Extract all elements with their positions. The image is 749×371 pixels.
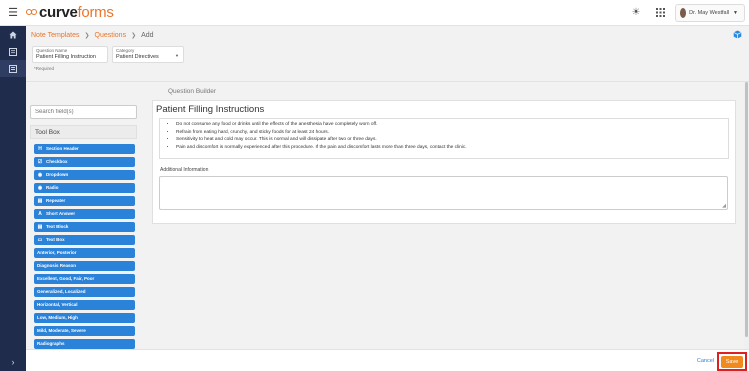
- instruction-item: Do not consume any food or drinks until …: [176, 121, 722, 129]
- sidebar-item-forms[interactable]: [0, 43, 26, 60]
- apps-grid-icon[interactable]: [651, 4, 669, 22]
- toolbox-title: Tool Box: [30, 125, 137, 139]
- home-icon: [9, 31, 17, 38]
- resize-handle-icon[interactable]: ◢: [722, 203, 726, 209]
- top-bar: ☰ curveforms ☀ Dr. May Westfall ▼: [0, 0, 749, 26]
- tool-item[interactable]: Excellent, Good, Fair, Poor: [34, 274, 135, 284]
- save-button[interactable]: Save: [721, 355, 743, 368]
- instruction-item: Sensitivity to heat and cold may occur. …: [176, 136, 722, 144]
- tool-label: Checkbox: [46, 159, 68, 165]
- instruction-item: Pain and discomfort is normally experien…: [176, 144, 722, 152]
- tool-item[interactable]: ◉ Radio: [34, 183, 135, 193]
- tool-label: Diagnosis Reason: [37, 263, 77, 269]
- dropdown-icon: ◉: [37, 171, 43, 178]
- question-name-value: Patient Filling Instruction: [36, 54, 96, 60]
- user-menu-button[interactable]: Dr. May Westfall ▼: [675, 3, 745, 22]
- category-select[interactable]: Category Patient Directives ▼: [112, 46, 184, 63]
- heading-icon: H: [38, 145, 42, 152]
- tool-item[interactable]: ▭ Text Box: [34, 235, 135, 245]
- tool-item[interactable]: Anterior, Posterior: [34, 248, 135, 258]
- chevron-right-icon: ❯: [84, 32, 90, 39]
- main-content: Note Templates ❯ Questions ❯ Add Questio…: [26, 26, 749, 371]
- tool-label: Low, Medium, High: [37, 315, 78, 321]
- required-note: *Required: [34, 66, 55, 71]
- brand-logo[interactable]: curveforms: [26, 4, 114, 21]
- question-builder: Patient Filling Instructions Do not cons…: [152, 100, 736, 224]
- sidebar: ›: [0, 26, 26, 371]
- tool-label: Text Block: [46, 224, 69, 230]
- tool-list: H Section Header ☑ Checkbox ◉ Dropdown ◉ Radio ▤…: [30, 144, 137, 349]
- tool-label: Generalized, Localized: [37, 289, 86, 295]
- repeater-icon: ▤: [37, 197, 43, 204]
- tool-label: Radiographs: [37, 341, 65, 347]
- left-panel: Tool Box HSection Header☑Checkbox◉Dropdo…: [30, 100, 137, 352]
- instructions-list: Do not consume any food or drinks until …: [176, 121, 722, 151]
- logo-mark-icon: [26, 8, 37, 17]
- brand-name: curveforms: [39, 4, 114, 21]
- tool-label: Dropdown: [46, 172, 69, 178]
- menu-icon[interactable]: ☰: [0, 0, 26, 26]
- tool-label: Anterior, Posterior: [37, 250, 77, 256]
- tool-item[interactable]: Mild, Moderate, Severe: [34, 326, 135, 336]
- user-name: Dr. May Westfall: [689, 9, 730, 16]
- cancel-button[interactable]: Cancel: [697, 358, 714, 364]
- additional-info-label: Additional Information: [160, 167, 209, 173]
- tool-label: Section Header: [46, 146, 79, 152]
- text-box-icon: ▭: [37, 236, 43, 243]
- tool-label: Text Box: [46, 237, 65, 243]
- template-icon: [9, 64, 17, 73]
- tool-item[interactable]: Diagnosis Reason: [34, 261, 135, 271]
- breadcrumb: Note Templates ❯ Questions ❯ Add: [26, 26, 749, 44]
- short-answer-icon: A: [38, 210, 42, 217]
- builder-area: Tool Box HSection Header☑Checkbox◉Dropdo…: [26, 81, 749, 352]
- tool-label: Repeater: [46, 198, 66, 204]
- question-name-field[interactable]: Question Name Patient Filling Instructio…: [32, 46, 108, 63]
- category-value: Patient Directives: [116, 54, 159, 60]
- breadcrumb-questions[interactable]: Questions: [95, 32, 127, 39]
- tool-label: Short Answer: [46, 211, 76, 217]
- text-block-icon: ▤: [37, 223, 43, 230]
- list-icon: [9, 47, 17, 56]
- save-highlight: Save: [717, 352, 747, 371]
- tool-label: Radio: [46, 185, 59, 191]
- avatar: [680, 7, 687, 18]
- instruction-item: Refrain from eating hard, crunchy, and s…: [176, 129, 722, 137]
- theme-toggle-icon[interactable]: ☀: [627, 4, 645, 22]
- chevron-right-icon: ❯: [131, 32, 137, 39]
- chevron-down-icon: ▼: [175, 53, 179, 58]
- tool-item[interactable]: A Short Answer: [34, 209, 135, 219]
- tool-item[interactable]: Low, Medium, High: [34, 313, 135, 323]
- tool-item[interactable]: ◉ Dropdown: [34, 170, 135, 180]
- tool-label: Mild, Moderate, Severe: [37, 328, 86, 334]
- sidebar-item-home[interactable]: [0, 26, 26, 43]
- tool-item[interactable]: Horizontal, Vertical: [34, 300, 135, 310]
- tool-item[interactable]: ▤ Text Block: [34, 222, 135, 232]
- radio-icon: ◉: [37, 184, 43, 191]
- cube-icon[interactable]: [733, 30, 742, 39]
- breadcrumb-note-templates[interactable]: Note Templates: [31, 32, 80, 39]
- tool-item[interactable]: Radiographs: [34, 339, 135, 349]
- chevron-right-icon[interactable]: ›: [0, 357, 26, 367]
- scrollbar[interactable]: [744, 82, 749, 350]
- footer: Cancel Save: [26, 349, 749, 371]
- additional-info-textarea[interactable]: ◢: [159, 176, 728, 210]
- tool-label: Excellent, Good, Fair, Poor: [37, 276, 95, 282]
- chevron-down-icon: ▼: [733, 9, 738, 16]
- breadcrumb-current: Add: [141, 31, 154, 39]
- sidebar-item-templates[interactable]: [0, 60, 26, 77]
- tool-item[interactable]: Generalized, Localized: [34, 287, 135, 297]
- tool-item[interactable]: ▤ Repeater: [34, 196, 135, 206]
- checkbox-icon: ☑: [37, 158, 43, 165]
- tool-item[interactable]: H Section Header: [34, 144, 135, 154]
- search-input[interactable]: [30, 105, 137, 119]
- builder-title[interactable]: Patient Filling Instructions: [153, 101, 735, 118]
- instructions-block[interactable]: Do not consume any food or drinks until …: [159, 118, 729, 159]
- tool-label: Horizontal, Vertical: [37, 302, 78, 308]
- scrollbar-thumb[interactable]: [745, 82, 748, 337]
- builder-label: Question Builder: [168, 88, 217, 95]
- tool-item[interactable]: ☑ Checkbox: [34, 157, 135, 167]
